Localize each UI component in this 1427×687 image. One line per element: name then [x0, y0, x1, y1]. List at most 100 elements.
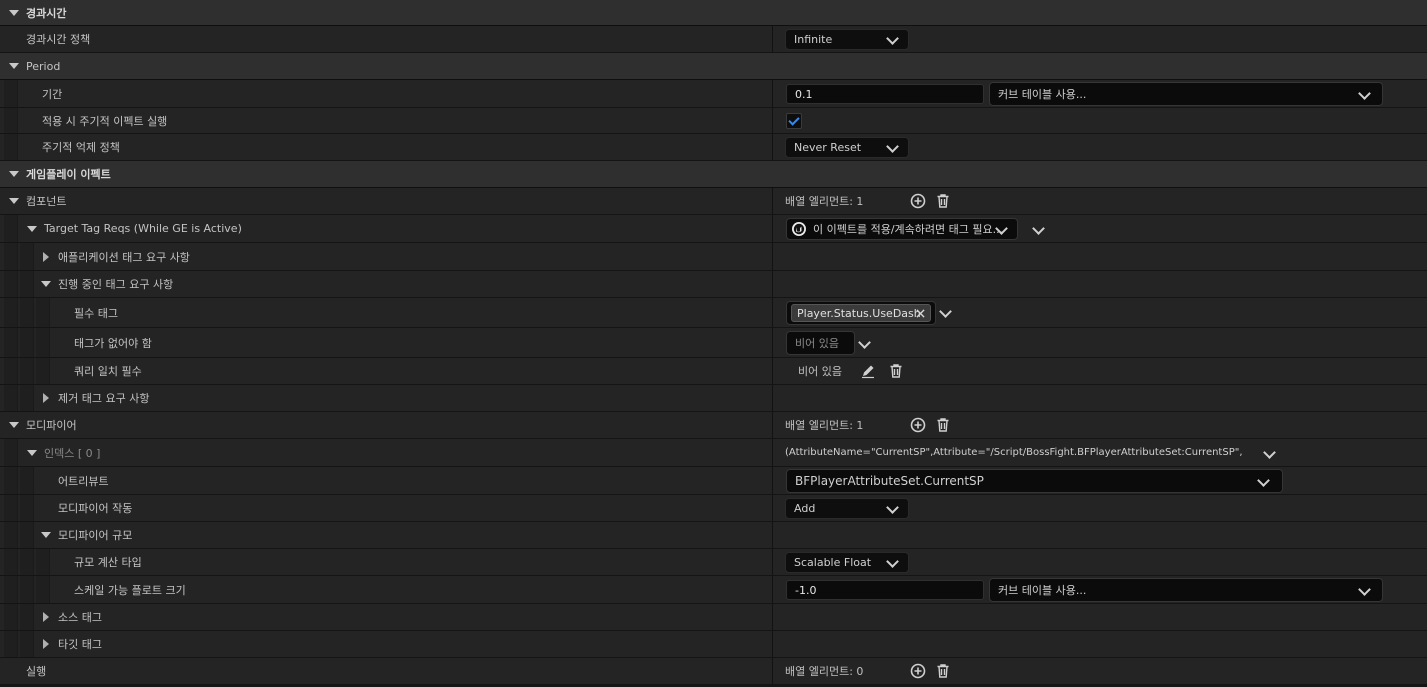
expand-arrow-icon[interactable] — [43, 251, 49, 262]
collapse-arrow-icon[interactable] — [27, 449, 37, 456]
category-label: 경과시간 — [26, 6, 67, 20]
collapse-arrow-icon[interactable] — [41, 532, 51, 538]
property-label: 모디파이어 작동 — [58, 502, 133, 515]
gameplay-tag-chip[interactable]: Player.Status.UseDash — [791, 304, 931, 322]
row-inhibition-policy: 주기적 억제 정책 Never Reset — [0, 134, 1427, 161]
collapse-arrow-icon[interactable] — [9, 171, 19, 177]
indent-bar — [4, 576, 18, 603]
trash-icon[interactable] — [887, 362, 905, 380]
indent-bar — [20, 298, 34, 327]
collapse-arrow-icon[interactable] — [41, 281, 51, 287]
chevron-down-icon — [886, 32, 899, 45]
period-input[interactable]: 0.1 — [786, 84, 984, 104]
inhibition-policy-dropdown[interactable]: Never Reset — [785, 137, 909, 158]
scalable-float-curve-table-dropdown[interactable]: 커브 테이블 사용... — [989, 578, 1383, 602]
property-label: 적용 시 주기적 이펙트 실행 — [42, 114, 168, 128]
tag-label: Player.Status.UseDash — [797, 306, 921, 320]
duration-policy-dropdown[interactable]: Infinite — [785, 29, 909, 50]
row-modifiers: 모디파이어 배열 엘리먼트: 1 — [0, 412, 1427, 439]
chevron-down-icon[interactable] — [1263, 446, 1276, 459]
indent-bar — [20, 385, 34, 411]
indent-bar — [4, 439, 18, 466]
property-label: 진행 중인 태그 요구 사항 — [58, 278, 174, 291]
collapse-arrow-icon[interactable] — [9, 198, 19, 204]
pencil-icon[interactable] — [859, 362, 877, 380]
property-label: 주기적 억제 정책 — [42, 141, 120, 154]
collapse-arrow-icon[interactable] — [9, 9, 19, 16]
expand-arrow-icon[interactable] — [43, 612, 49, 622]
indent-bar — [4, 604, 18, 630]
chevron-down-icon[interactable] — [1032, 222, 1045, 235]
collapse-arrow-icon[interactable] — [9, 63, 19, 69]
row-removal-tag-req: 제거 태그 요구 사항 — [0, 385, 1427, 412]
indent-bar — [4, 215, 18, 242]
row-ignore-tags: 태그가 없어야 함 비어 있음 — [0, 328, 1427, 358]
trash-icon[interactable] — [934, 416, 952, 434]
row-require-tags: 필수 태그 Player.Status.UseDash — [0, 298, 1427, 328]
property-label: 소스 태그 — [58, 611, 102, 624]
property-label: 모디파이어 규모 — [58, 529, 133, 542]
category-gameplay-effect[interactable]: 게임플레이 이펙트 — [0, 161, 1427, 188]
dropdown-value: 커브 테이블 사용... — [998, 584, 1087, 597]
period-curve-table-dropdown[interactable]: 커브 테이블 사용... — [989, 82, 1383, 106]
row-modifier-op: 모디파이어 작동 Add — [0, 495, 1427, 522]
row-modifier-magnitude: 모디파이어 규모 — [0, 522, 1427, 549]
chevron-down-icon — [886, 555, 899, 568]
chevron-down-icon[interactable] — [939, 305, 952, 318]
plus-circle-icon[interactable] — [909, 192, 927, 210]
indent-bar — [4, 108, 18, 133]
row-tag-query: 쿼리 일치 필수 비어 있음 — [0, 358, 1427, 385]
row-attribute: 어트리뷰트 BFPlayerAttributeSet.CurrentSP — [0, 467, 1427, 495]
plus-circle-icon[interactable] — [909, 416, 927, 434]
property-label: 경과시간 정책 — [26, 33, 91, 46]
execute-on-apply-checkbox[interactable] — [786, 113, 802, 129]
indent-bar — [4, 243, 18, 270]
expand-arrow-icon[interactable] — [43, 639, 49, 649]
indent-bar — [4, 467, 18, 494]
collapse-arrow-icon[interactable] — [9, 422, 19, 428]
require-tags-container[interactable]: Player.Status.UseDash — [786, 301, 936, 325]
dropdown-value: Scalable Float — [794, 556, 872, 569]
row-execute-on-apply: 적용 시 주기적 이펙트 실행 — [0, 108, 1427, 134]
indent-bar — [4, 328, 18, 357]
chevron-down-icon — [886, 501, 899, 514]
collapse-arrow-icon[interactable] — [27, 225, 37, 232]
indent-bar — [36, 358, 50, 384]
trash-icon[interactable] — [934, 192, 952, 210]
row-period: 기간 0.1 커브 테이블 사용... — [0, 80, 1427, 108]
indent-bar — [36, 328, 50, 357]
plus-circle-icon[interactable] — [909, 662, 927, 680]
dropdown-value: BFPlayerAttributeSet.CurrentSP — [795, 474, 984, 488]
row-modifier-index-0: 인덱스 [ 0 ] (AttributeName="CurrentSP",Att… — [0, 439, 1427, 467]
indent-bar — [20, 243, 34, 270]
category-duration[interactable]: 경과시간 — [0, 0, 1427, 26]
indent-bar — [4, 549, 18, 575]
magnitude-calc-type-dropdown[interactable]: Scalable Float — [785, 552, 909, 573]
trash-icon[interactable] — [934, 662, 952, 680]
indent-bar — [4, 495, 18, 521]
close-icon[interactable] — [916, 309, 925, 318]
modifier-op-dropdown[interactable]: Add — [785, 498, 909, 519]
category-period[interactable]: Period — [0, 53, 1427, 80]
indent-bar — [20, 604, 34, 630]
component-class-dropdown[interactable]: 이 이펙트를 적용/계속하려면 태그 필요... — [786, 218, 1018, 240]
expand-arrow-icon[interactable] — [43, 393, 49, 403]
indent-bar — [4, 298, 18, 327]
input-value: 0.1 — [795, 87, 813, 101]
scalable-float-input[interactable]: -1.0 — [786, 580, 984, 600]
property-label: 타깃 태그 — [58, 638, 102, 651]
empty-label: 비어 있음 — [798, 365, 842, 378]
chevron-down-icon — [1257, 474, 1270, 487]
struct-value-summary: (AttributeName="CurrentSP",Attribute="/S… — [785, 447, 1243, 458]
row-application-tag-req: 애플리케이션 태그 요구 사항 — [0, 243, 1427, 271]
ignore-tags-container[interactable]: 비어 있음 — [786, 331, 855, 355]
indent-bar — [4, 80, 18, 107]
property-label: 제거 태그 요구 사항 — [58, 392, 150, 405]
attribute-dropdown[interactable]: BFPlayerAttributeSet.CurrentSP — [786, 469, 1283, 493]
unreal-logo-icon — [792, 222, 806, 236]
row-target-tags: 타깃 태그 — [0, 631, 1427, 658]
chevron-down-icon — [886, 140, 899, 153]
property-label: 태그가 없어야 함 — [74, 336, 152, 350]
array-count: 배열 엘리먼트: 1 — [785, 195, 864, 208]
chevron-down-icon[interactable] — [858, 336, 871, 349]
